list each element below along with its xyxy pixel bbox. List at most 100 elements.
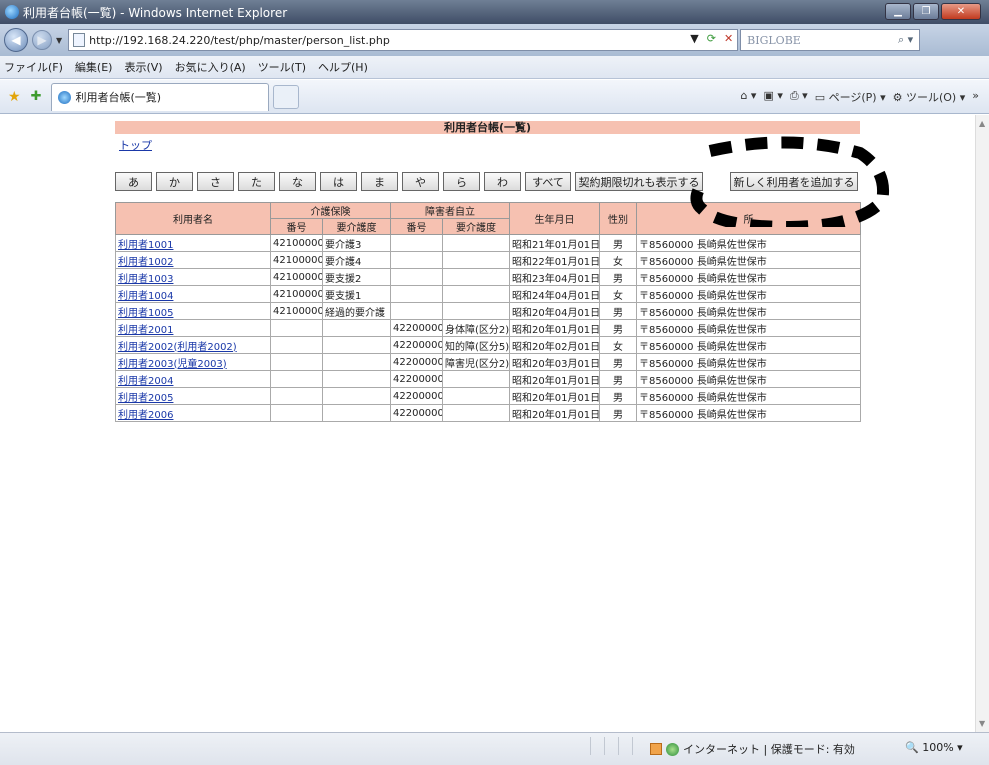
zone-text: インターネット | 保護モード: 有効: [683, 743, 855, 756]
zoom-control[interactable]: 🔍 100% ▾: [905, 741, 963, 754]
new-tab-button[interactable]: [273, 84, 300, 109]
page-menu[interactable]: ▭ ページ(P) ▾: [815, 89, 886, 105]
kana-button-ta[interactable]: た: [238, 172, 275, 191]
ins-level-cell: [322, 319, 391, 337]
tab-current[interactable]: 利用者台帳(一覧): [51, 82, 270, 111]
print-icon[interactable]: ⎙ ▾: [790, 89, 808, 105]
kana-button-na[interactable]: な: [279, 172, 316, 191]
birth-cell: 昭和20年01月01日: [509, 387, 600, 405]
show-all-button[interactable]: すべて: [525, 172, 571, 191]
kana-button-ya[interactable]: や: [402, 172, 439, 191]
home-icon[interactable]: ⌂ ▾: [740, 89, 756, 105]
ins-level-cell: [322, 353, 391, 371]
scroll-up-icon[interactable]: ▲: [979, 119, 985, 128]
ins-number-cell: [270, 370, 323, 388]
dis-level-cell: [442, 234, 510, 252]
menu-edit[interactable]: 編集(E): [75, 59, 113, 75]
user-name-link[interactable]: 利用者2004: [118, 376, 173, 387]
show-expired-button[interactable]: 契約期限切れも表示する: [575, 172, 703, 191]
user-name-link[interactable]: 利用者1004: [118, 291, 173, 302]
user-name-link[interactable]: 利用者2006: [118, 410, 173, 421]
ins-level-cell: 要支援1: [322, 285, 391, 303]
name-cell: 利用者1002: [115, 251, 271, 269]
address-cell: 〒8560000 長崎県佐世保市: [636, 387, 861, 405]
scroll-down-icon[interactable]: ▼: [979, 719, 985, 728]
birth-cell: 昭和24年04月01日: [509, 285, 600, 303]
zone-info[interactable]: インターネット | 保護モード: 有効: [650, 741, 855, 757]
menu-file[interactable]: ファイル(F): [4, 59, 63, 75]
sex-cell: 男: [599, 353, 637, 371]
kana-button-sa[interactable]: さ: [197, 172, 234, 191]
search-icon[interactable]: ⌕ ▾: [898, 33, 913, 47]
kana-button-wa[interactable]: わ: [484, 172, 521, 191]
user-name-link[interactable]: 利用者1002: [118, 257, 173, 268]
dis-number-cell: 4220000002: [390, 336, 443, 354]
menu-view[interactable]: 表示(V): [124, 59, 162, 75]
menu-help[interactable]: ヘルプ(H): [318, 59, 368, 75]
address-cell: 〒8560000 長崎県佐世保市: [636, 353, 861, 371]
kana-button-ra[interactable]: ら: [443, 172, 480, 191]
table-row: 利用者2001 4220000001身体障(区分2)昭和20年01月01日男〒85…: [115, 319, 861, 337]
header-dis-level: 要介護度: [442, 218, 510, 235]
user-name-link[interactable]: 利用者1005: [118, 308, 173, 319]
kana-button-ma[interactable]: ま: [361, 172, 398, 191]
name-cell: 利用者2005: [115, 387, 271, 405]
feeds-icon[interactable]: ▣ ▾: [763, 89, 782, 105]
dis-number-cell: [390, 268, 443, 286]
kana-button-ka[interactable]: か: [156, 172, 193, 191]
search-input[interactable]: BIGLOBE: [747, 34, 801, 47]
favorites-star-icon[interactable]: ★: [8, 89, 21, 105]
url-field[interactable]: http://192.168.24.220/test/php/master/pe…: [89, 34, 390, 47]
close-button[interactable]: ✕: [941, 3, 981, 20]
menu-favorites[interactable]: お気に入り(A): [175, 59, 246, 75]
address-dropdown-icon[interactable]: ▼: [690, 32, 698, 45]
user-name-link[interactable]: 利用者2005: [118, 393, 173, 404]
chevron-right-icon[interactable]: »: [972, 89, 979, 105]
user-name-link[interactable]: 利用者2002(利用者2002): [118, 342, 237, 353]
dis-level-cell: [442, 268, 510, 286]
window-controls: ▁ ❐ ✕: [885, 3, 981, 20]
kana-button-ha[interactable]: は: [320, 172, 357, 191]
header-dis-number: 番号: [390, 218, 443, 235]
sex-cell: 女: [599, 251, 637, 269]
header-ins-number: 番号: [270, 218, 323, 235]
sex-cell: 女: [599, 285, 637, 303]
maximize-button[interactable]: ❐: [913, 3, 939, 20]
user-name-link[interactable]: 利用者2003(児童2003): [118, 359, 227, 370]
history-dropdown-icon[interactable]: ▼: [56, 36, 62, 45]
name-cell: 利用者2003(児童2003): [115, 353, 271, 371]
user-list-body: 利用者10014210000001要介護3昭和21年01月01日男〒856000…: [115, 234, 861, 422]
table-row: 利用者1002 4210000002要介護4 昭和22年01月01日女〒856000…: [115, 251, 861, 269]
sex-cell: 男: [599, 268, 637, 286]
address-bar[interactable]: http://192.168.24.220/test/php/master/pe…: [68, 29, 739, 51]
add-user-button[interactable]: 新しく利用者を追加する: [730, 172, 858, 191]
dis-level-cell: [442, 387, 510, 405]
user-name-link[interactable]: 利用者2001: [118, 325, 173, 336]
top-link[interactable]: トップ: [119, 137, 152, 153]
menu-tools[interactable]: ツール(T): [258, 59, 306, 75]
dis-number-cell: 4220000004: [390, 370, 443, 388]
table-row: 利用者2005 4220000005 昭和20年01月01日男〒8560000 長崎…: [115, 387, 861, 405]
back-button[interactable]: ◀: [4, 28, 28, 52]
forward-button[interactable]: ▶: [32, 30, 52, 50]
refresh-icon[interactable]: ⟳: [707, 32, 716, 45]
user-name-link[interactable]: 利用者1001: [118, 240, 173, 251]
window-title: 利用者台帳(一覧) - Windows Internet Explorer: [23, 5, 288, 20]
status-bar: インターネット | 保護モード: 有効 🔍 100% ▾: [0, 732, 989, 765]
minimize-button[interactable]: ▁: [885, 3, 911, 20]
add-favorites-icon[interactable]: ✚: [31, 89, 42, 104]
vertical-scrollbar[interactable]: ▲ ▼: [975, 115, 989, 732]
ins-level-cell: 要介護3: [322, 234, 391, 252]
tools-menu[interactable]: ⚙ ツール(O) ▾: [893, 89, 966, 105]
address-cell: 〒8560000 長崎県佐世保市: [636, 370, 861, 388]
stop-icon[interactable]: ✕: [724, 32, 733, 45]
ins-number-cell: 4210000003: [270, 268, 323, 286]
address-cell: 〒8560000 長崎県佐世保市: [636, 404, 861, 422]
kana-button-a[interactable]: あ: [115, 172, 152, 191]
user-name-link[interactable]: 利用者1003: [118, 274, 173, 285]
birth-cell: 昭和20年02月01日: [509, 336, 600, 354]
tab-bar: ★ ✚ 利用者台帳(一覧) ⌂ ▾ ▣ ▾ ⎙ ▾ ▭ ページ(P) ▾ ⚙ ツ…: [0, 80, 989, 114]
search-box[interactable]: BIGLOBE ⌕ ▾: [740, 29, 921, 51]
tab-label: 利用者台帳(一覧): [75, 91, 162, 104]
address-cell: 〒8560000 長崎県佐世保市: [636, 234, 861, 252]
